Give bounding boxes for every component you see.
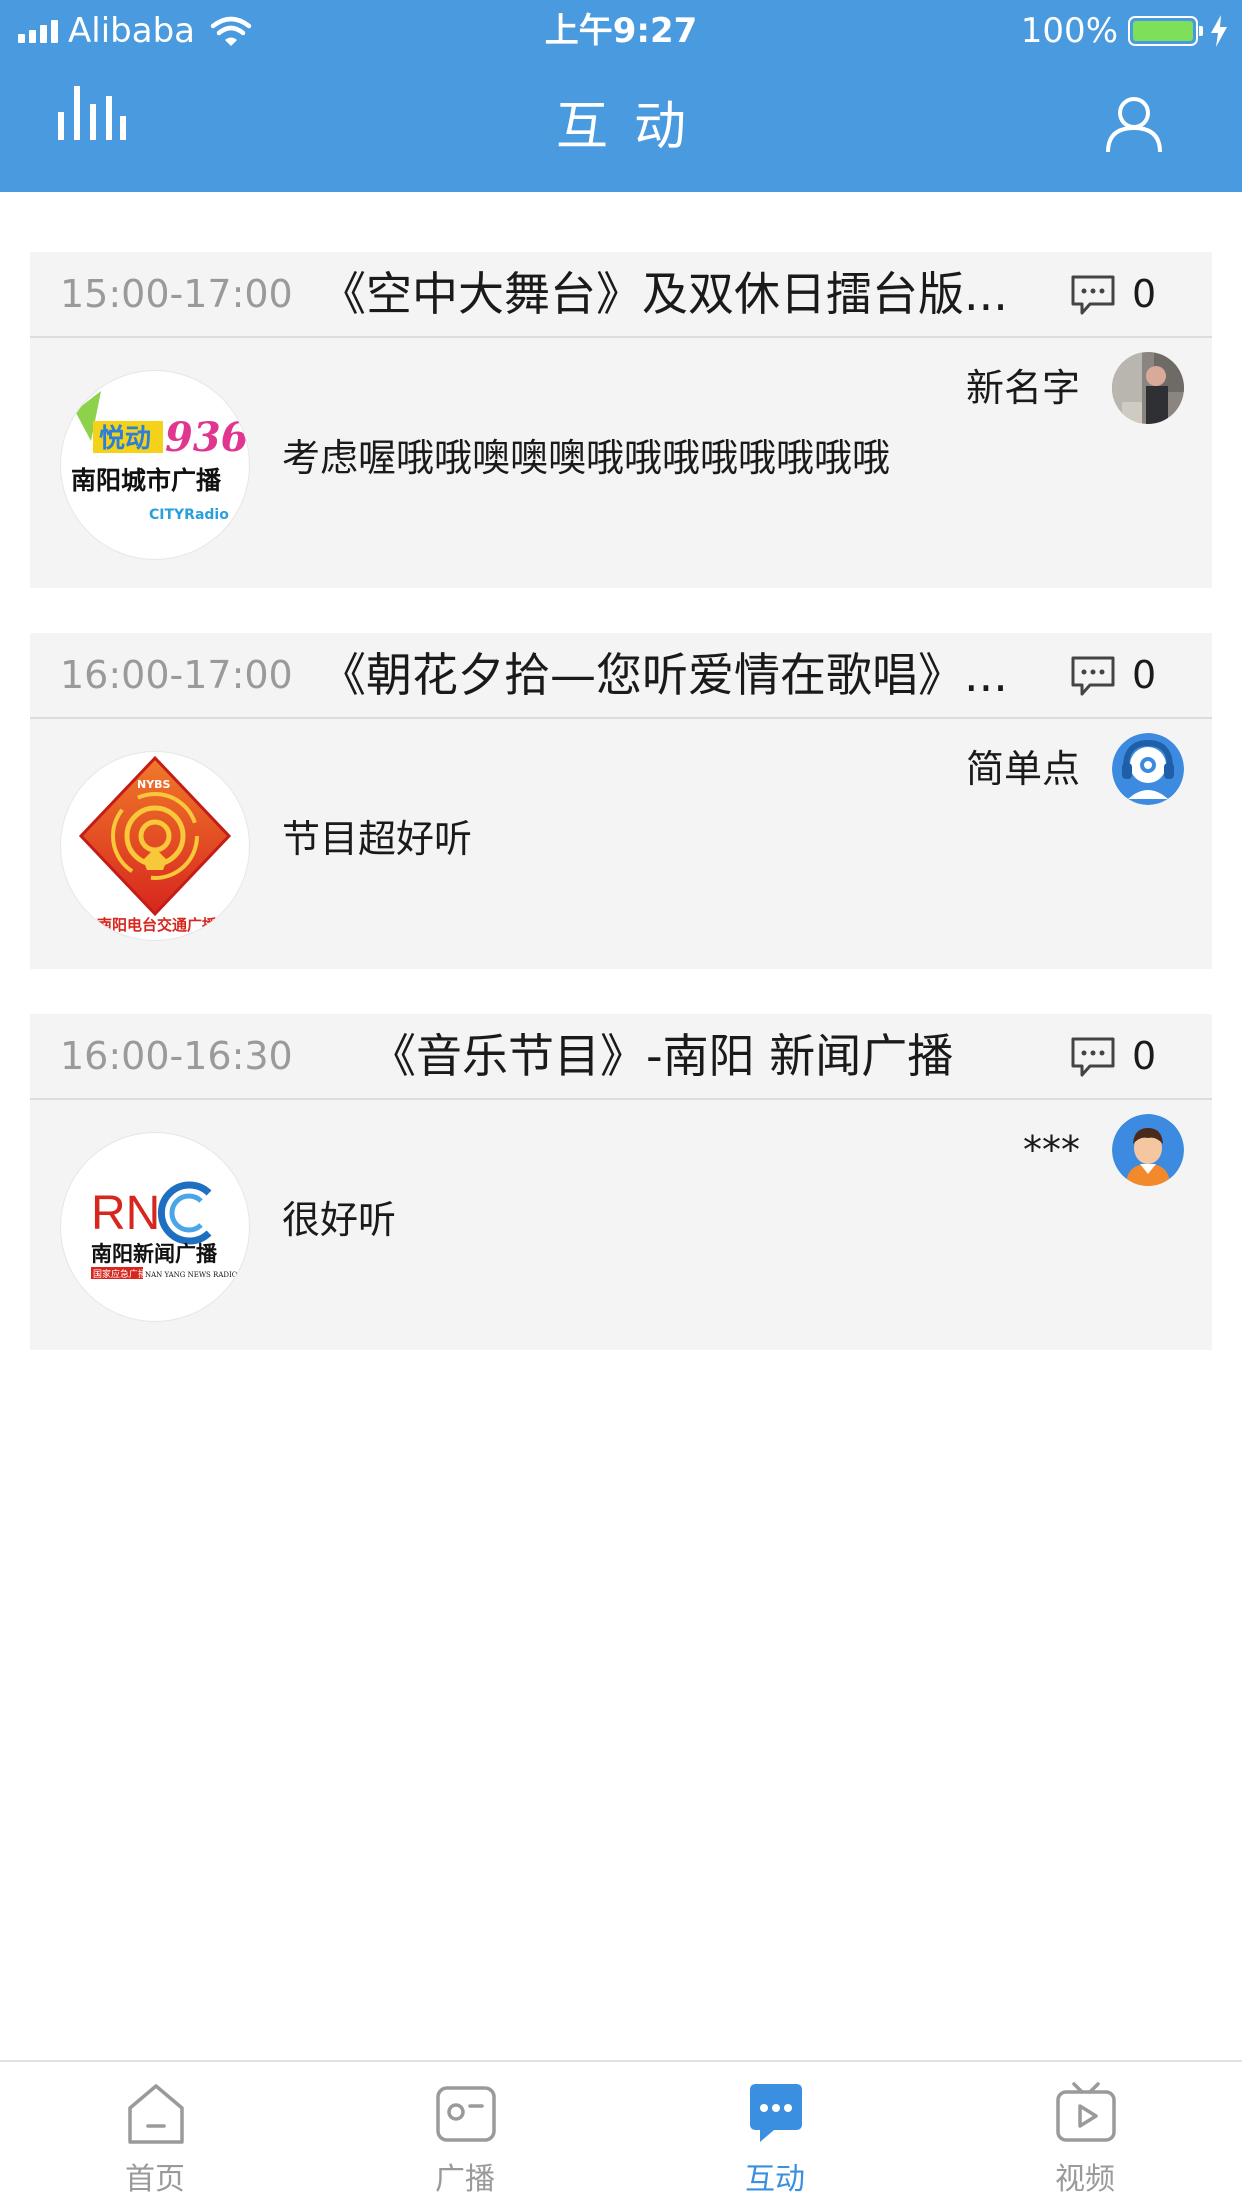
user-avatar[interactable]	[1112, 1114, 1184, 1186]
user-avatar[interactable]	[1112, 733, 1184, 805]
svg-text:NAN YANG NEWS RADIO: NAN YANG NEWS RADIO	[145, 1271, 238, 1279]
program-card[interactable]: 16:00-16:30 《音乐节目》-南阳 新闻广播 0 RN 南阳新闻广播 国…	[30, 1014, 1212, 1350]
home-icon	[128, 2084, 184, 2144]
comment-message: 考虑喔哦哦噢噢噢哦哦哦哦哦哦哦哦	[282, 436, 891, 480]
card-header: 15:00-17:00 《空中大舞台》及双休日擂台版... 0	[30, 252, 1212, 338]
svg-text:南阳城市广播: 南阳城市广播	[71, 466, 222, 495]
user-name: 新名字	[965, 366, 1080, 410]
comment-icon[interactable]	[1070, 655, 1116, 697]
comment-message: 很好听	[282, 1198, 397, 1242]
battery-icon	[1128, 16, 1203, 46]
svg-text:国家应急广播: 国家应急广播	[93, 1268, 147, 1280]
status-bar: Alibaba 上午9:27 100%	[0, 0, 1242, 62]
user-name: ***	[1023, 1128, 1080, 1172]
radio-icon	[436, 2086, 496, 2142]
tab-radio[interactable]: 广播	[310, 2062, 620, 2210]
svg-text:南阳新闻广播: 南阳新闻广播	[91, 1242, 218, 1266]
svg-text:南阳电台交通广播: 南阳电台交通广播	[97, 916, 218, 934]
program-title: 《朝花夕拾—您听爱情在歌唱》...	[320, 648, 1008, 702]
user-avatar[interactable]	[1112, 352, 1184, 424]
svg-text:悦动: 悦动	[99, 423, 151, 454]
svg-text:936: 936	[165, 414, 249, 461]
tab-bar: 首页 广播 互动 视频	[0, 2060, 1242, 2208]
comment-count: 0	[1132, 653, 1157, 697]
program-time: 15:00-17:00	[60, 272, 293, 316]
card-body: 悦动 936 南阳城市广播 CITYRadio 新名字 考虑喔哦哦噢噢噢哦哦哦哦…	[30, 338, 1212, 588]
tab-label: 互动	[745, 2162, 805, 2197]
program-card[interactable]: 15:00-17:00 《空中大舞台》及双休日擂台版... 0 悦动 936 南…	[30, 252, 1212, 588]
card-body: NYBS 南阳电台交通广播 简单点 节目超好听	[30, 719, 1212, 969]
program-card[interactable]: 16:00-17:00 《朝花夕拾—您听爱情在歌唱》... 0 NYBS 南阳电…	[30, 633, 1212, 969]
svg-text:RN: RN	[91, 1187, 160, 1240]
program-time: 16:00-17:00	[60, 653, 293, 697]
user-icon[interactable]	[1104, 96, 1164, 154]
chat-bubble-icon	[750, 2084, 802, 2142]
svg-text:NYBS: NYBS	[137, 778, 171, 791]
comment-count: 0	[1132, 272, 1157, 316]
comment-message: 节目超好听	[282, 817, 473, 861]
program-time: 16:00-16:30	[60, 1034, 293, 1078]
comment-icon[interactable]	[1070, 274, 1116, 316]
page-title: 互动	[555, 97, 712, 157]
tab-home[interactable]: 首页	[0, 2062, 310, 2210]
comment-icon[interactable]	[1070, 1036, 1116, 1078]
status-right: 100%	[1021, 8, 1228, 54]
comment-count: 0	[1132, 1034, 1157, 1078]
battery-percent: 100%	[1020, 11, 1118, 51]
card-body: RN 南阳新闻广播 国家应急广播 NAN YANG NEWS RADIO ***…	[30, 1100, 1212, 1350]
tv-play-icon	[1056, 2082, 1116, 2142]
card-header: 16:00-16:30 《音乐节目》-南阳 新闻广播 0	[30, 1014, 1212, 1100]
card-header: 16:00-17:00 《朝花夕拾—您听爱情在歌唱》... 0	[30, 633, 1212, 719]
tab-label: 广播	[435, 2162, 495, 2197]
charging-bolt-icon	[1211, 15, 1227, 47]
svg-text:CITYRadio: CITYRadio	[149, 507, 229, 523]
program-title: 《音乐节目》-南阳 新闻广播	[370, 1029, 954, 1083]
station-logo: RN 南阳新闻广播 国家应急广播 NAN YANG NEWS RADIO	[60, 1132, 250, 1322]
tab-label: 视频	[1055, 2162, 1115, 2197]
tab-interact[interactable]: 互动	[620, 2062, 930, 2210]
app-header: Alibaba 上午9:27 100% 互动	[0, 0, 1242, 192]
tab-video[interactable]: 视频	[930, 2062, 1240, 2210]
station-logo: 悦动 936 南阳城市广播 CITYRadio	[60, 370, 250, 560]
station-logo: NYBS 南阳电台交通广播	[60, 751, 250, 941]
user-name: 简单点	[965, 747, 1080, 791]
program-title: 《空中大舞台》及双休日擂台版...	[320, 267, 1008, 321]
tab-label: 首页	[125, 2162, 185, 2197]
